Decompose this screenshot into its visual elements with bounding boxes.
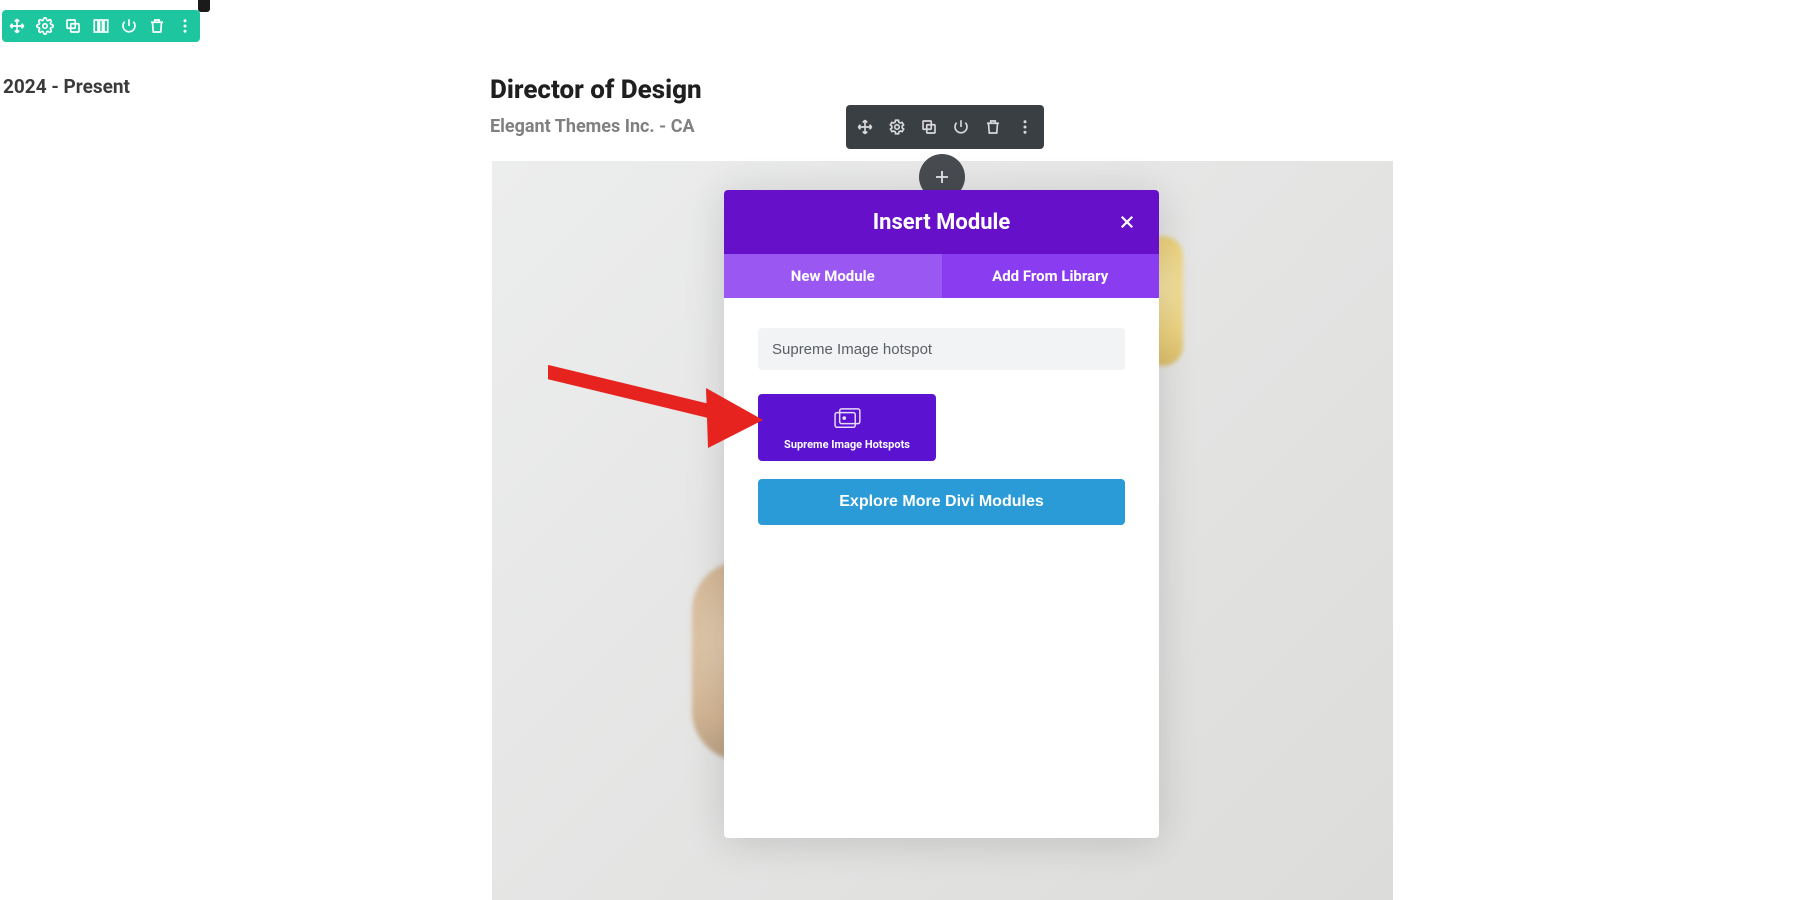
section-toolbar (2, 10, 200, 42)
duplicate-icon[interactable] (920, 118, 938, 136)
trash-icon[interactable] (984, 118, 1002, 136)
insert-module-modal: Insert Module New Module Add From Librar… (724, 190, 1159, 838)
more-icon[interactable] (176, 17, 194, 35)
date-text: 2024 - Present (3, 75, 130, 98)
duplicate-icon[interactable] (64, 17, 82, 35)
modal-header: Insert Module (724, 190, 1159, 254)
job-subtitle: Elegant Themes Inc. - CA (490, 116, 695, 137)
modal-body: Supreme Image Hotspots Explore More Divi… (724, 298, 1159, 838)
section-flag (198, 0, 210, 12)
module-search-input[interactable] (758, 328, 1125, 370)
move-icon[interactable] (856, 118, 874, 136)
job-title: Director of Design (490, 75, 702, 105)
gear-icon[interactable] (36, 17, 54, 35)
more-icon[interactable] (1016, 118, 1034, 136)
trash-icon[interactable] (148, 17, 166, 35)
tab-new-module[interactable]: New Module (724, 254, 942, 298)
module-card-label: Supreme Image Hotspots (768, 438, 926, 451)
power-icon[interactable] (952, 118, 970, 136)
module-toolbar (846, 105, 1044, 149)
modal-title: Insert Module (873, 210, 1011, 235)
columns-icon[interactable] (92, 17, 110, 35)
move-icon[interactable] (8, 17, 26, 35)
explore-modules-button[interactable]: Explore More Divi Modules (758, 479, 1125, 525)
power-icon[interactable] (120, 17, 138, 35)
close-icon[interactable] (1115, 210, 1139, 234)
gear-icon[interactable] (888, 118, 906, 136)
module-icon (832, 408, 862, 430)
module-card-supreme-image-hotspots[interactable]: Supreme Image Hotspots (758, 394, 936, 461)
tab-add-from-library[interactable]: Add From Library (942, 254, 1160, 298)
modal-tabs: New Module Add From Library (724, 254, 1159, 298)
